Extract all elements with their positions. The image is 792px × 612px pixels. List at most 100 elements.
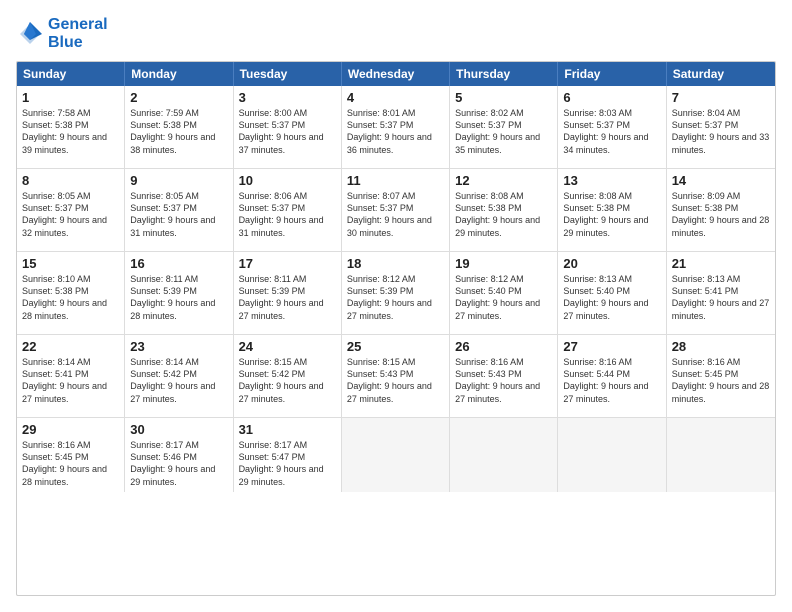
weekday-header: Tuesday: [234, 62, 342, 86]
day-number: 17: [239, 256, 336, 271]
day-number: 31: [239, 422, 336, 437]
day-number: 20: [563, 256, 660, 271]
calendar-cell: 26 Sunrise: 8:16 AM Sunset: 5:43 PM Dayl…: [450, 335, 558, 417]
calendar-cell: 4 Sunrise: 8:01 AM Sunset: 5:37 PM Dayli…: [342, 86, 450, 168]
day-number: 24: [239, 339, 336, 354]
day-number: 12: [455, 173, 552, 188]
cell-content: Sunrise: 8:02 AM Sunset: 5:37 PM Dayligh…: [455, 107, 552, 156]
day-number: 23: [130, 339, 227, 354]
calendar-cell: 10 Sunrise: 8:06 AM Sunset: 5:37 PM Dayl…: [234, 169, 342, 251]
calendar-row: 15 Sunrise: 8:10 AM Sunset: 5:38 PM Dayl…: [17, 251, 775, 334]
cell-content: Sunrise: 8:16 AM Sunset: 5:45 PM Dayligh…: [672, 356, 770, 405]
calendar-cell: 17 Sunrise: 8:11 AM Sunset: 5:39 PM Dayl…: [234, 252, 342, 334]
calendar-cell: [558, 418, 666, 492]
cell-content: Sunrise: 8:16 AM Sunset: 5:43 PM Dayligh…: [455, 356, 552, 405]
calendar-header: SundayMondayTuesdayWednesdayThursdayFrid…: [17, 62, 775, 86]
cell-content: Sunrise: 8:13 AM Sunset: 5:40 PM Dayligh…: [563, 273, 660, 322]
calendar-body: 1 Sunrise: 7:58 AM Sunset: 5:38 PM Dayli…: [17, 86, 775, 492]
page: General Blue SundayMondayTuesdayWednesda…: [0, 0, 792, 612]
calendar-cell: 14 Sunrise: 8:09 AM Sunset: 5:38 PM Dayl…: [667, 169, 775, 251]
calendar-cell: 23 Sunrise: 8:14 AM Sunset: 5:42 PM Dayl…: [125, 335, 233, 417]
logo: General Blue: [16, 16, 108, 51]
cell-content: Sunrise: 8:14 AM Sunset: 5:41 PM Dayligh…: [22, 356, 119, 405]
day-number: 16: [130, 256, 227, 271]
calendar-row: 8 Sunrise: 8:05 AM Sunset: 5:37 PM Dayli…: [17, 168, 775, 251]
calendar-cell: 1 Sunrise: 7:58 AM Sunset: 5:38 PM Dayli…: [17, 86, 125, 168]
calendar-cell: 18 Sunrise: 8:12 AM Sunset: 5:39 PM Dayl…: [342, 252, 450, 334]
day-number: 27: [563, 339, 660, 354]
cell-content: Sunrise: 8:14 AM Sunset: 5:42 PM Dayligh…: [130, 356, 227, 405]
calendar-cell: [450, 418, 558, 492]
cell-content: Sunrise: 8:08 AM Sunset: 5:38 PM Dayligh…: [563, 190, 660, 239]
calendar-row: 22 Sunrise: 8:14 AM Sunset: 5:41 PM Dayl…: [17, 334, 775, 417]
calendar-cell: 21 Sunrise: 8:13 AM Sunset: 5:41 PM Dayl…: [667, 252, 775, 334]
weekday-header: Monday: [125, 62, 233, 86]
cell-content: Sunrise: 8:05 AM Sunset: 5:37 PM Dayligh…: [130, 190, 227, 239]
cell-content: Sunrise: 8:12 AM Sunset: 5:39 PM Dayligh…: [347, 273, 444, 322]
calendar-cell: 2 Sunrise: 7:59 AM Sunset: 5:38 PM Dayli…: [125, 86, 233, 168]
calendar-cell: 11 Sunrise: 8:07 AM Sunset: 5:37 PM Dayl…: [342, 169, 450, 251]
day-number: 28: [672, 339, 770, 354]
calendar-cell: 20 Sunrise: 8:13 AM Sunset: 5:40 PM Dayl…: [558, 252, 666, 334]
weekday-header: Saturday: [667, 62, 775, 86]
calendar-cell: 24 Sunrise: 8:15 AM Sunset: 5:42 PM Dayl…: [234, 335, 342, 417]
cell-content: Sunrise: 7:59 AM Sunset: 5:38 PM Dayligh…: [130, 107, 227, 156]
calendar-cell: 22 Sunrise: 8:14 AM Sunset: 5:41 PM Dayl…: [17, 335, 125, 417]
calendar-cell: [667, 418, 775, 492]
calendar-cell: 13 Sunrise: 8:08 AM Sunset: 5:38 PM Dayl…: [558, 169, 666, 251]
day-number: 8: [22, 173, 119, 188]
calendar-cell: 16 Sunrise: 8:11 AM Sunset: 5:39 PM Dayl…: [125, 252, 233, 334]
day-number: 5: [455, 90, 552, 105]
day-number: 10: [239, 173, 336, 188]
calendar-cell: [342, 418, 450, 492]
cell-content: Sunrise: 7:58 AM Sunset: 5:38 PM Dayligh…: [22, 107, 119, 156]
cell-content: Sunrise: 8:17 AM Sunset: 5:46 PM Dayligh…: [130, 439, 227, 488]
cell-content: Sunrise: 8:04 AM Sunset: 5:37 PM Dayligh…: [672, 107, 770, 156]
cell-content: Sunrise: 8:17 AM Sunset: 5:47 PM Dayligh…: [239, 439, 336, 488]
day-number: 22: [22, 339, 119, 354]
day-number: 1: [22, 90, 119, 105]
day-number: 4: [347, 90, 444, 105]
day-number: 19: [455, 256, 552, 271]
weekday-header: Wednesday: [342, 62, 450, 86]
calendar-row: 1 Sunrise: 7:58 AM Sunset: 5:38 PM Dayli…: [17, 86, 775, 168]
day-number: 15: [22, 256, 119, 271]
weekday-header: Thursday: [450, 62, 558, 86]
day-number: 25: [347, 339, 444, 354]
day-number: 2: [130, 90, 227, 105]
cell-content: Sunrise: 8:09 AM Sunset: 5:38 PM Dayligh…: [672, 190, 770, 239]
cell-content: Sunrise: 8:05 AM Sunset: 5:37 PM Dayligh…: [22, 190, 119, 239]
calendar-cell: 30 Sunrise: 8:17 AM Sunset: 5:46 PM Dayl…: [125, 418, 233, 492]
day-number: 30: [130, 422, 227, 437]
calendar-cell: 31 Sunrise: 8:17 AM Sunset: 5:47 PM Dayl…: [234, 418, 342, 492]
calendar-cell: 12 Sunrise: 8:08 AM Sunset: 5:38 PM Dayl…: [450, 169, 558, 251]
cell-content: Sunrise: 8:00 AM Sunset: 5:37 PM Dayligh…: [239, 107, 336, 156]
calendar-cell: 9 Sunrise: 8:05 AM Sunset: 5:37 PM Dayli…: [125, 169, 233, 251]
calendar-row: 29 Sunrise: 8:16 AM Sunset: 5:45 PM Dayl…: [17, 417, 775, 492]
calendar-cell: 15 Sunrise: 8:10 AM Sunset: 5:38 PM Dayl…: [17, 252, 125, 334]
cell-content: Sunrise: 8:16 AM Sunset: 5:44 PM Dayligh…: [563, 356, 660, 405]
calendar-cell: 5 Sunrise: 8:02 AM Sunset: 5:37 PM Dayli…: [450, 86, 558, 168]
cell-content: Sunrise: 8:15 AM Sunset: 5:42 PM Dayligh…: [239, 356, 336, 405]
day-number: 18: [347, 256, 444, 271]
day-number: 21: [672, 256, 770, 271]
calendar-cell: 29 Sunrise: 8:16 AM Sunset: 5:45 PM Dayl…: [17, 418, 125, 492]
calendar-cell: 19 Sunrise: 8:12 AM Sunset: 5:40 PM Dayl…: [450, 252, 558, 334]
day-number: 11: [347, 173, 444, 188]
day-number: 9: [130, 173, 227, 188]
logo-text: General Blue: [48, 16, 108, 51]
cell-content: Sunrise: 8:13 AM Sunset: 5:41 PM Dayligh…: [672, 273, 770, 322]
weekday-header: Sunday: [17, 62, 125, 86]
day-number: 14: [672, 173, 770, 188]
cell-content: Sunrise: 8:10 AM Sunset: 5:38 PM Dayligh…: [22, 273, 119, 322]
header: General Blue: [16, 16, 776, 51]
cell-content: Sunrise: 8:06 AM Sunset: 5:37 PM Dayligh…: [239, 190, 336, 239]
logo-icon: [16, 20, 44, 48]
day-number: 13: [563, 173, 660, 188]
cell-content: Sunrise: 8:12 AM Sunset: 5:40 PM Dayligh…: [455, 273, 552, 322]
calendar-cell: 25 Sunrise: 8:15 AM Sunset: 5:43 PM Dayl…: [342, 335, 450, 417]
calendar-cell: 7 Sunrise: 8:04 AM Sunset: 5:37 PM Dayli…: [667, 86, 775, 168]
cell-content: Sunrise: 8:03 AM Sunset: 5:37 PM Dayligh…: [563, 107, 660, 156]
day-number: 7: [672, 90, 770, 105]
day-number: 26: [455, 339, 552, 354]
